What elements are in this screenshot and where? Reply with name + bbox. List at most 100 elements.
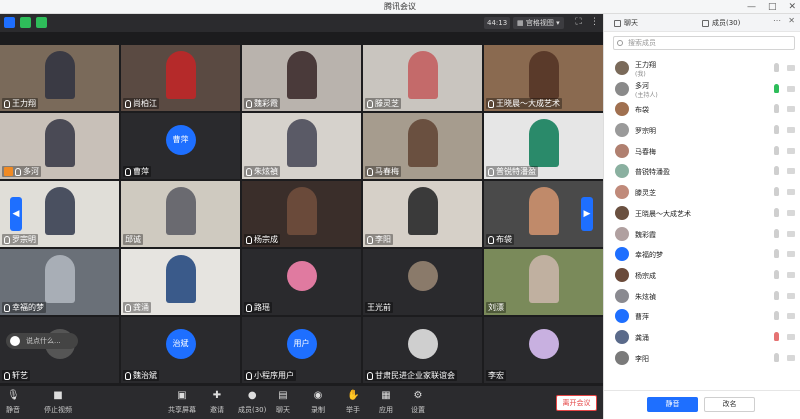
video-tile[interactable]: 王晓晨～大成艺术 — [484, 45, 603, 111]
maximize-icon[interactable]: □ — [768, 0, 777, 14]
video-tile[interactable]: 王光前 — [363, 249, 482, 315]
video-tile[interactable]: 曹萍 曹萍 — [121, 113, 240, 179]
settings-button[interactable]: ⚙ 设置 — [411, 390, 425, 415]
close-panel-icon[interactable]: ✕ — [788, 16, 795, 25]
member-item[interactable]: 罗宗明 — [604, 120, 800, 141]
microphone-icon[interactable] — [774, 63, 779, 72]
member-item[interactable]: 龚涌 — [604, 327, 800, 348]
more-icon[interactable]: ⋮ — [589, 17, 600, 28]
video-camera-icon[interactable] — [787, 271, 795, 278]
stop-video-button[interactable]: ■ 停止视频 — [44, 390, 72, 415]
next-page-button[interactable]: ▶ — [581, 197, 593, 231]
share-screen-button[interactable]: ▣ 共享屏幕 — [168, 390, 196, 415]
member-item[interactable]: 王力翔 (我) — [604, 58, 800, 79]
video-camera-icon[interactable] — [787, 292, 795, 299]
video-tile[interactable]: 朱炫禎 — [242, 113, 361, 179]
video-tile[interactable]: 李阳 — [363, 181, 482, 247]
member-item[interactable]: 滕灵芝 — [604, 182, 800, 203]
apps-button[interactable]: ▦ 应用 — [379, 390, 393, 415]
member-item[interactable]: 马春梅 — [604, 141, 800, 162]
member-item[interactable]: 多河 (主持人) — [604, 79, 800, 100]
leave-meeting-button[interactable]: 离开会议 — [556, 395, 597, 411]
video-camera-icon[interactable] — [787, 230, 795, 237]
member-item[interactable]: 布袋 — [604, 99, 800, 120]
video-camera-icon[interactable] — [787, 127, 795, 134]
tab-chat[interactable]: 聊天 — [614, 18, 638, 28]
video-tile[interactable]: 龚涌 — [121, 249, 240, 315]
more-options-icon[interactable]: ⋯ — [773, 16, 781, 25]
microphone-icon[interactable] — [774, 228, 779, 238]
microphone-icon[interactable] — [774, 104, 779, 114]
video-tile[interactable]: 魏彩霞 — [242, 45, 361, 111]
video-tile[interactable]: 滕灵芝 — [363, 45, 482, 111]
video-camera-icon[interactable] — [787, 85, 795, 92]
microphone-icon[interactable] — [774, 187, 779, 197]
tab-members[interactable]: 成员(30) — [702, 18, 740, 28]
video-tile[interactable]: 尚柏江 — [121, 45, 240, 111]
video-tile[interactable]: 邱诚 — [121, 181, 240, 247]
microphone-icon[interactable] — [774, 269, 779, 279]
fullscreen-icon[interactable]: ⛶ — [573, 17, 584, 28]
member-item[interactable]: 朱炫禎 — [604, 286, 800, 307]
video-tile[interactable]: 用户 小程序用户 — [242, 317, 361, 383]
video-camera-icon[interactable] — [787, 313, 795, 320]
member-item[interactable]: 幸福的梦 — [604, 244, 800, 265]
video-camera-icon[interactable] — [787, 209, 795, 216]
info-icon[interactable] — [4, 17, 15, 28]
video-tile[interactable]: 多河 — [0, 113, 119, 179]
member-item[interactable]: 普锐特潘盈 — [604, 161, 800, 182]
video-tile[interactable]: 幸福的梦 — [0, 249, 119, 315]
chat-quick-input[interactable]: 说点什么... — [6, 333, 78, 349]
microphone-icon[interactable] — [774, 207, 779, 217]
rename-button[interactable]: 改名 — [704, 397, 755, 412]
mute-button[interactable]: 🎙 静音 — [6, 390, 20, 415]
video-tile[interactable]: 王力翔 — [0, 45, 119, 111]
member-item[interactable]: 魏彩霞 — [604, 224, 800, 245]
microphone-icon[interactable] — [774, 352, 779, 362]
microphone-icon[interactable] — [774, 290, 779, 300]
video-tile[interactable]: 马春梅 — [363, 113, 482, 179]
close-icon[interactable]: ✕ — [788, 0, 796, 14]
microphone-icon[interactable] — [774, 331, 779, 341]
video-tile[interactable]: 路瑶 — [242, 249, 361, 315]
video-camera-icon[interactable] — [787, 333, 795, 340]
chat-button[interactable]: ▤ 聊天 — [276, 390, 290, 415]
video-tile[interactable]: 杨宗成 — [242, 181, 361, 247]
member-search-input[interactable]: 搜索成员 — [613, 36, 795, 50]
microphone-icon[interactable] — [774, 311, 779, 321]
microphone-icon[interactable] — [774, 145, 779, 155]
video-camera-icon[interactable] — [787, 168, 795, 175]
raise-hand-label: 举手 — [346, 406, 360, 414]
shield-icon[interactable] — [20, 17, 31, 28]
video-tile[interactable]: 甘肃民进企业家联谊会 — [363, 317, 482, 383]
invite-button[interactable]: ✚ 邀请 — [210, 390, 224, 415]
microphone-icon[interactable] — [774, 166, 779, 176]
microphone-icon[interactable] — [774, 125, 779, 135]
video-camera-icon[interactable] — [787, 354, 795, 361]
video-tile[interactable]: 李宏 — [484, 317, 603, 383]
view-mode-select[interactable]: ▦ 宫格视图 ▾ — [513, 17, 564, 29]
video-camera-icon[interactable] — [787, 65, 795, 71]
prev-page-button[interactable]: ◀ — [10, 197, 22, 231]
video-tile[interactable]: 刘漂 — [484, 249, 603, 315]
members-button[interactable]: ● 成员(30) — [238, 390, 266, 415]
mute-all-button[interactable]: 静音 — [647, 397, 698, 412]
video-tile[interactable]: 轩艺 — [0, 317, 119, 383]
video-camera-icon[interactable] — [787, 147, 795, 154]
signal-icon[interactable] — [36, 17, 47, 28]
video-camera-icon[interactable] — [787, 251, 795, 258]
minimize-icon[interactable]: — — [747, 0, 756, 14]
video-camera-icon[interactable] — [787, 189, 795, 196]
raise-hand-button[interactable]: ✋ 举手 — [346, 390, 360, 415]
record-button[interactable]: ◉ 录制 — [311, 390, 325, 415]
video-tile[interactable]: 普锐特潘盈 — [484, 113, 603, 179]
member-item[interactable]: 王晓晨～大成艺术 — [604, 203, 800, 224]
member-item[interactable]: 杨宗成 — [604, 265, 800, 286]
video-tile[interactable]: 治斌 魏治斌 — [121, 317, 240, 383]
microphone-icon[interactable] — [774, 249, 779, 259]
tile-label: 幸福的梦 — [2, 302, 46, 313]
member-item[interactable]: 李阳 — [604, 348, 800, 369]
microphone-icon[interactable] — [774, 83, 779, 93]
member-item[interactable]: 曹萍 — [604, 306, 800, 327]
video-camera-icon[interactable] — [787, 106, 795, 113]
